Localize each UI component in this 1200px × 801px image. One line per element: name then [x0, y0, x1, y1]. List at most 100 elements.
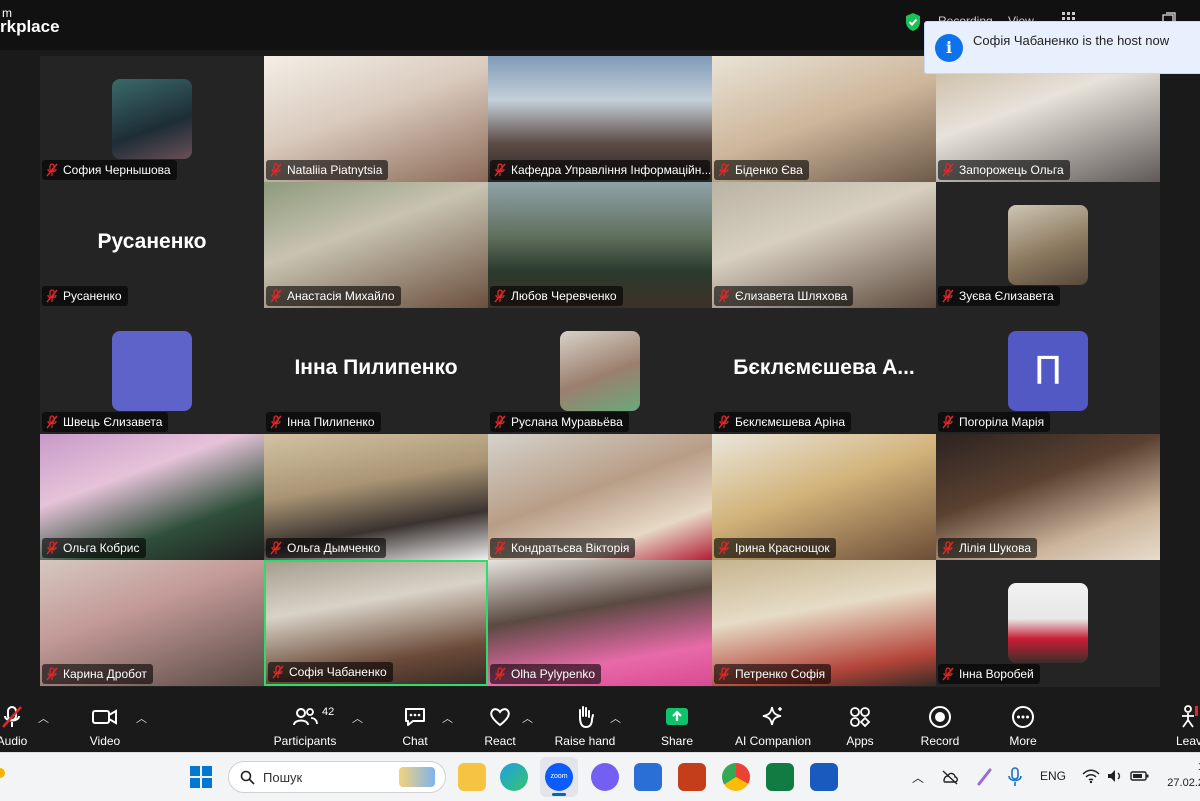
participant-name: Любов Черевченко — [511, 289, 617, 303]
mic-muted-icon — [46, 289, 58, 303]
chrome-icon[interactable] — [722, 763, 750, 791]
excel-icon[interactable] — [766, 763, 794, 791]
share-button[interactable]: Share — [637, 704, 717, 748]
mic-muted-icon — [270, 163, 282, 177]
volume-icon[interactable] — [1106, 768, 1124, 784]
microphone-icon[interactable] — [1008, 767, 1022, 787]
participant-tile[interactable]: Русаненко Русаненко — [40, 182, 264, 308]
participants-options-caret[interactable]: ︿ — [352, 710, 363, 726]
mic-muted-icon — [270, 289, 282, 303]
participant-nametag: Лілія Шукова — [938, 538, 1038, 558]
info-icon: i — [935, 34, 963, 62]
word-icon[interactable] — [810, 763, 838, 791]
sparkle-icon — [762, 706, 782, 726]
store-icon[interactable] — [634, 763, 662, 791]
participant-avatar — [560, 331, 640, 411]
edge-icon[interactable] — [500, 763, 528, 791]
participant-nametag: Кондратьєва Вікторія — [490, 538, 636, 558]
participant-nametag: Анастасія Михайло — [266, 286, 401, 306]
participant-tile[interactable]: Інна Пилипенко Інна Пилипенко — [264, 308, 488, 434]
participant-tile[interactable]: Кондратьєва Вікторія — [488, 434, 712, 560]
zoom-taskbar-active[interactable]: zoom — [540, 757, 578, 797]
participant-tile[interactable]: Софія Чабаненко — [264, 560, 488, 686]
participant-tile[interactable]: Olha Pylypenko — [488, 560, 712, 686]
leave-button[interactable]: Leave — [1160, 704, 1200, 748]
participant-name: Анастасія Михайло — [287, 289, 395, 303]
participant-tile[interactable]: Лілія Шукова — [936, 434, 1160, 560]
participant-tile[interactable]: Петренко Софія — [712, 560, 936, 686]
participant-tile[interactable]: Бєклємєшева А... Бєклємєшева Аріна — [712, 308, 936, 434]
participant-avatar — [1008, 205, 1088, 285]
file-explorer-icon[interactable] — [458, 763, 486, 791]
participant-name: Погоріла Марія — [959, 415, 1045, 429]
encryption-shield-icon[interactable] — [904, 12, 922, 32]
apps-button[interactable]: Apps — [820, 704, 900, 748]
participant-tile[interactable]: София Чернышова — [40, 56, 264, 182]
participant-tile[interactable]: Любов Черевченко — [488, 182, 712, 308]
tray-overflow-icon[interactable]: ︿ — [912, 769, 924, 786]
ai-companion-button[interactable]: AI Companion — [724, 704, 822, 748]
more-button[interactable]: More — [983, 704, 1063, 748]
search-highlight-icon — [399, 767, 435, 787]
participant-nametag: Любов Черевченко — [490, 286, 623, 306]
mic-muted-icon — [270, 415, 282, 429]
video-button[interactable]: Video — [65, 704, 145, 748]
weather-icon[interactable] — [0, 765, 8, 781]
participant-nametag: Ірина Краснощок — [714, 538, 836, 558]
viber-icon[interactable] — [591, 763, 619, 791]
clock[interactable]: 1 27.02.2 — [1164, 759, 1200, 791]
participant-nametag: Ольга Кобрис — [42, 538, 146, 558]
participant-nametag: Інна Воробей — [938, 664, 1040, 684]
participant-tile[interactable]: Nataliia Piatnytsia — [264, 56, 488, 182]
battery-icon[interactable] — [1130, 768, 1150, 784]
video-options-caret[interactable]: ︿ — [136, 710, 147, 726]
participant-avatar — [1008, 583, 1088, 663]
language-indicator[interactable]: ENG — [1040, 769, 1066, 783]
start-icon[interactable] — [190, 766, 212, 788]
cloud-off-icon[interactable] — [940, 769, 960, 785]
participant-tile[interactable]: П Погоріла Марія — [936, 308, 1160, 434]
participant-name: Русаненко — [63, 289, 122, 303]
participant-tile[interactable]: Ірина Краснощок — [712, 434, 936, 560]
react-options-caret[interactable]: ︿ — [522, 710, 533, 726]
participant-tile[interactable]: Біденко Єва — [712, 56, 936, 182]
participant-name: Ірина Краснощок — [735, 541, 830, 555]
participants-count: 42 — [322, 706, 335, 718]
participant-name: Запорожець Ольга — [959, 163, 1064, 177]
participant-tile[interactable]: Кафедра Управління Інформаційн... — [488, 56, 712, 182]
participant-tile[interactable]: Запорожець Ольга — [936, 56, 1160, 182]
participant-tile[interactable]: Руслана Муравьёва — [488, 308, 712, 434]
participant-tile[interactable]: Інна Воробей — [936, 560, 1160, 686]
chat-options-caret[interactable]: ︿ — [442, 710, 453, 726]
participant-name: Nataliia Piatnytsia — [287, 163, 383, 177]
mic-muted-icon — [46, 667, 58, 681]
participant-tile[interactable]: Єлизавета Шляхова — [712, 182, 936, 308]
participant-tile[interactable]: Ольга Кобрис — [40, 434, 264, 560]
mic-muted-icon — [942, 415, 954, 429]
taskbar-search[interactable]: Пошук — [228, 761, 446, 793]
wifi-icon[interactable] — [1082, 768, 1100, 784]
participant-tile[interactable]: Швець Єлизавета — [40, 308, 264, 434]
participant-nametag: Софія Чабаненко — [268, 662, 393, 682]
pen-icon[interactable] — [976, 767, 994, 787]
participant-name: Руслана Муравьёва — [511, 415, 623, 429]
powerpoint-icon[interactable] — [678, 763, 706, 791]
avatar-letter: П — [1033, 349, 1063, 393]
host-change-notification[interactable]: i Софія Чабаненко is the host now — [924, 21, 1200, 74]
participant-tile[interactable]: Ольга Дымченко — [264, 434, 488, 560]
participant-name: Інна Пилипенко — [287, 415, 375, 429]
mic-muted-icon — [942, 163, 954, 177]
record-button[interactable]: Record — [900, 704, 980, 748]
participant-name: Карина Дробот — [63, 667, 147, 681]
mic-muted-icon — [718, 667, 730, 681]
raise-hand-icon — [579, 706, 594, 729]
audio-options-caret[interactable]: ︿ — [38, 710, 49, 726]
mic-muted-icon — [46, 163, 58, 177]
participant-tile[interactable]: Зуєва Єлизавета — [936, 182, 1160, 308]
participant-name: Ольга Дымченко — [287, 541, 381, 555]
participant-tile[interactable]: Анастасія Михайло — [264, 182, 488, 308]
participant-nametag: Olha Pylypenko — [490, 664, 602, 684]
participant-tile[interactable]: Карина Дробот — [40, 560, 264, 686]
participant-name: Кафедра Управління Інформаційн... — [511, 163, 710, 177]
raise-hand-options-caret[interactable]: ︿ — [610, 710, 621, 726]
